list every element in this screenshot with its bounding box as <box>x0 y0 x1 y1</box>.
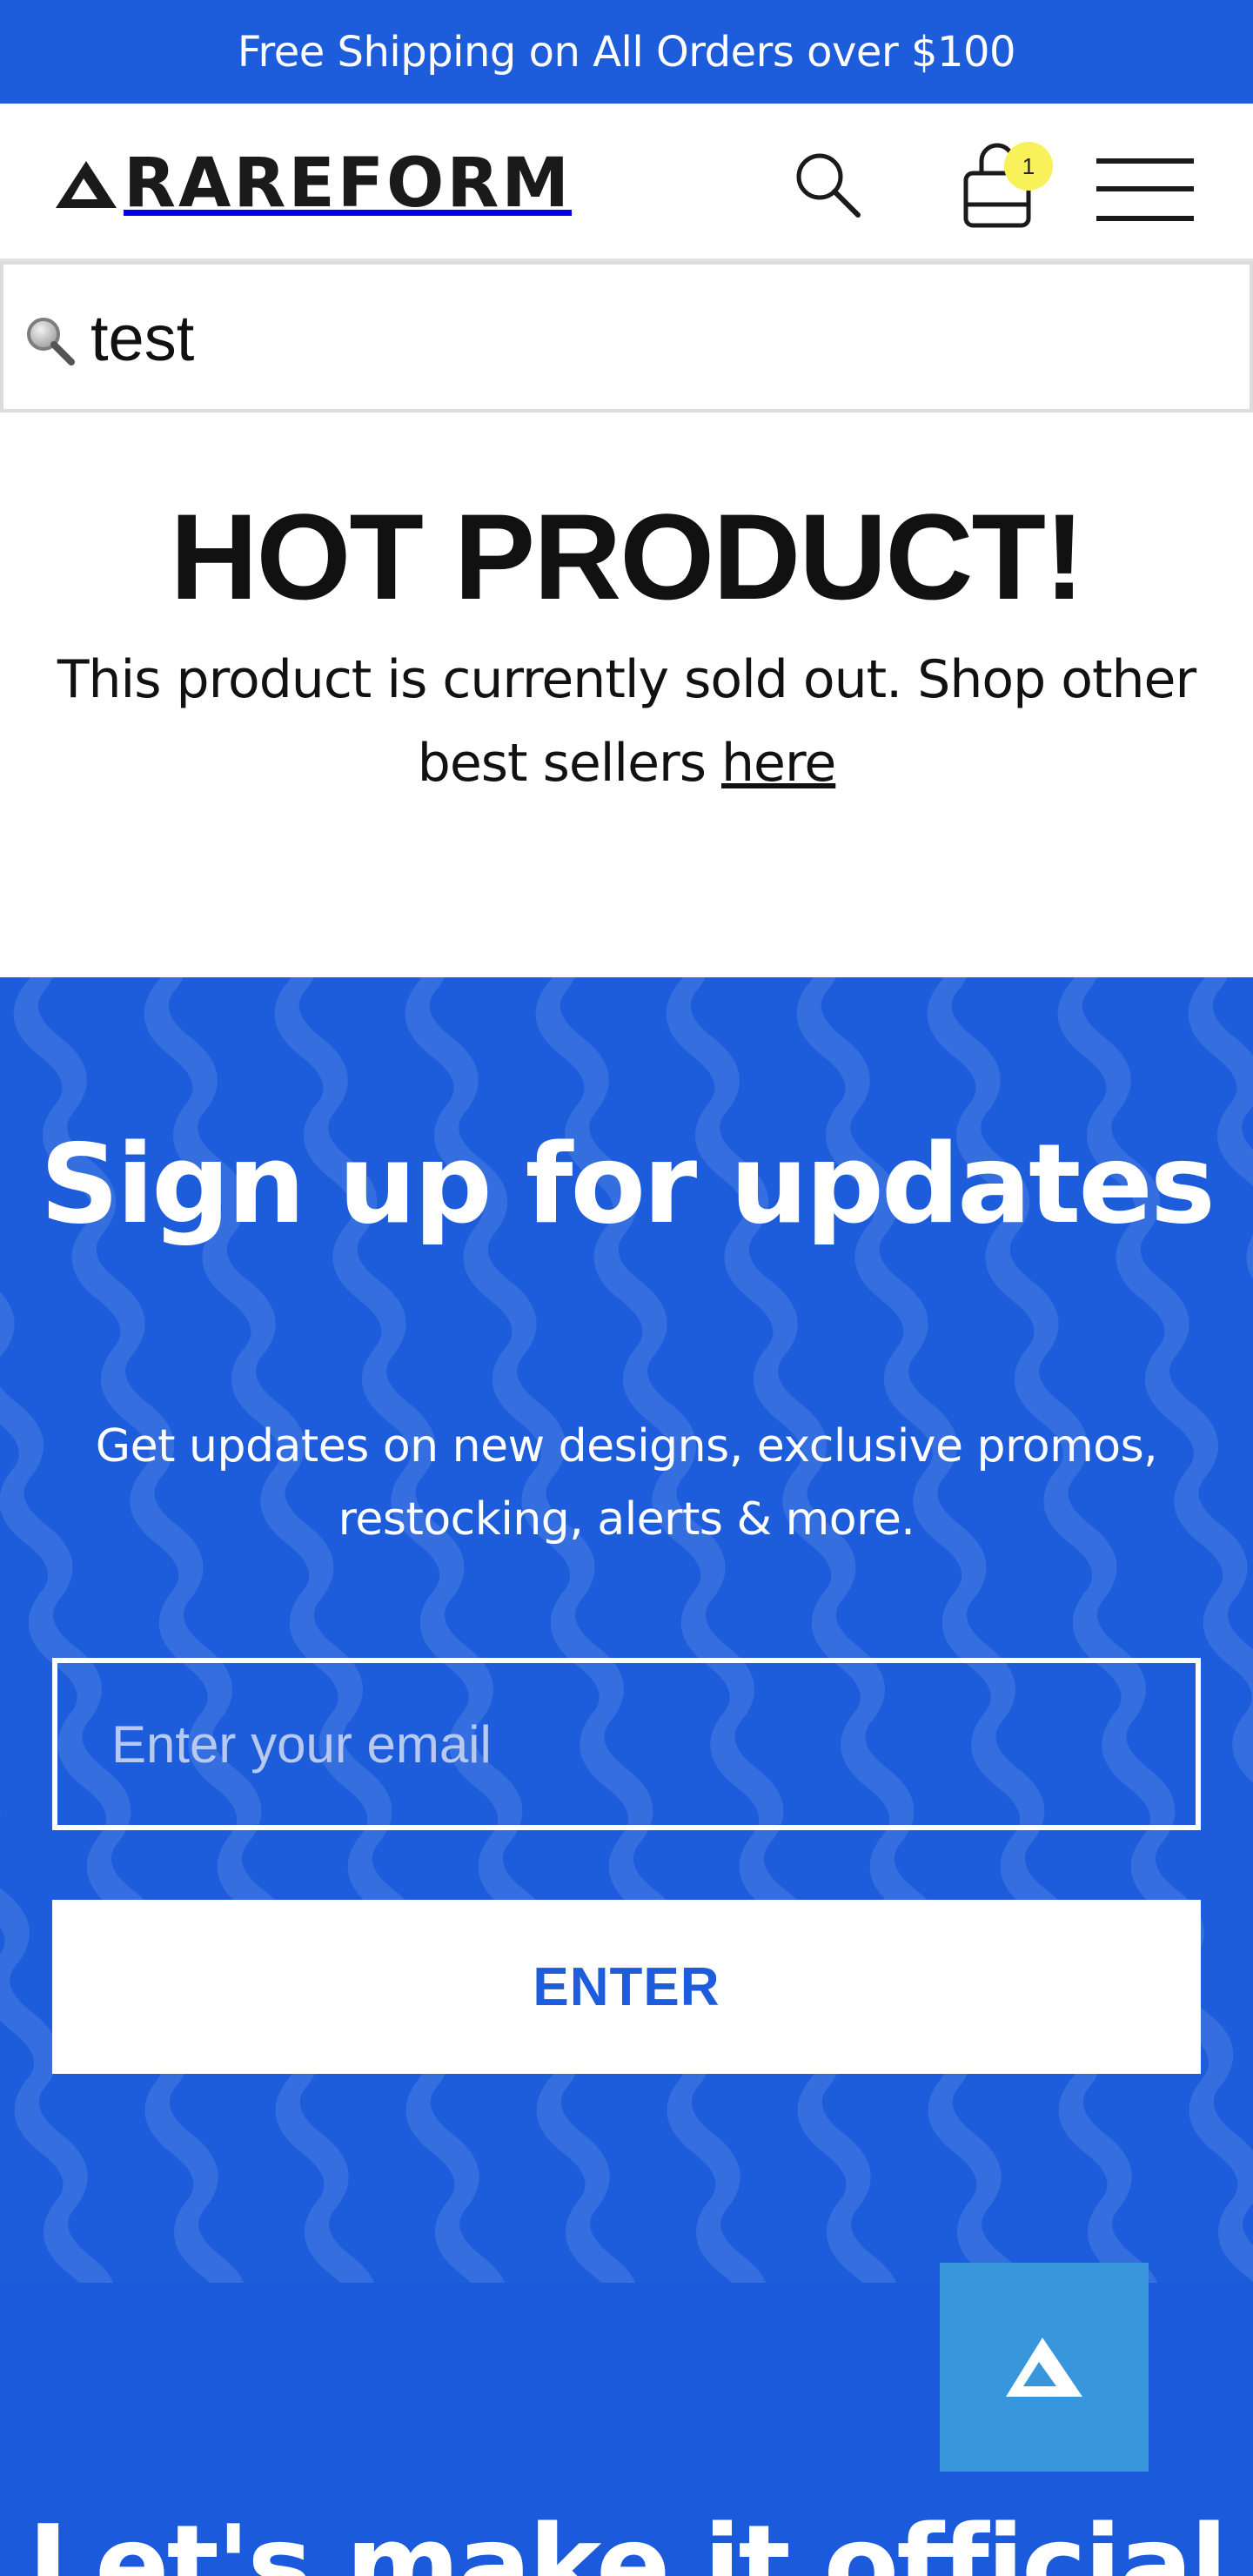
page-title: HOT PRODUCT! <box>170 488 1084 625</box>
cart-button[interactable]: 1 <box>954 135 1053 232</box>
sold-out-message: This product is currently sold out. Shop… <box>0 638 1253 805</box>
rareform-logo-icon <box>56 161 117 208</box>
sold-out-text: This product is currently sold out. Shop… <box>57 649 1196 794</box>
search-bar <box>0 261 1253 413</box>
footer-teaser-title: Let's make it official <box>27 2501 1228 2576</box>
signup-section: Sign up for updates Get updates on new d… <box>0 977 1253 2283</box>
home-logo-link[interactable]: RAREFORM <box>54 150 572 218</box>
rareform-chat-button[interactable] <box>940 2263 1149 2472</box>
search-icon <box>796 153 861 218</box>
search-button[interactable] <box>788 145 867 224</box>
promo-text: Free Shipping on All Orders over $100 <box>237 27 1016 77</box>
menu-icon <box>1096 158 1194 221</box>
signup-description: Get updates on new designs, exclusive pr… <box>95 1420 1158 1546</box>
site-header: RAREFORM 1 <box>0 104 1253 261</box>
search-icon <box>27 318 75 366</box>
rareform-mark-icon <box>1006 2338 1082 2397</box>
email-input[interactable] <box>52 1658 1201 1830</box>
best-sellers-link[interactable]: here <box>721 733 836 794</box>
enter-button[interactable]: ENTER <box>52 1900 1201 2074</box>
logo-wordmark: RAREFORM <box>124 144 573 223</box>
signup-title: Sign up for updates <box>40 1120 1216 1248</box>
promo-bar: Free Shipping on All Orders over $100 <box>0 0 1253 104</box>
search-input[interactable] <box>90 285 1222 390</box>
menu-button[interactable] <box>1095 156 1196 225</box>
cart-count-badge: 1 <box>1004 142 1053 191</box>
